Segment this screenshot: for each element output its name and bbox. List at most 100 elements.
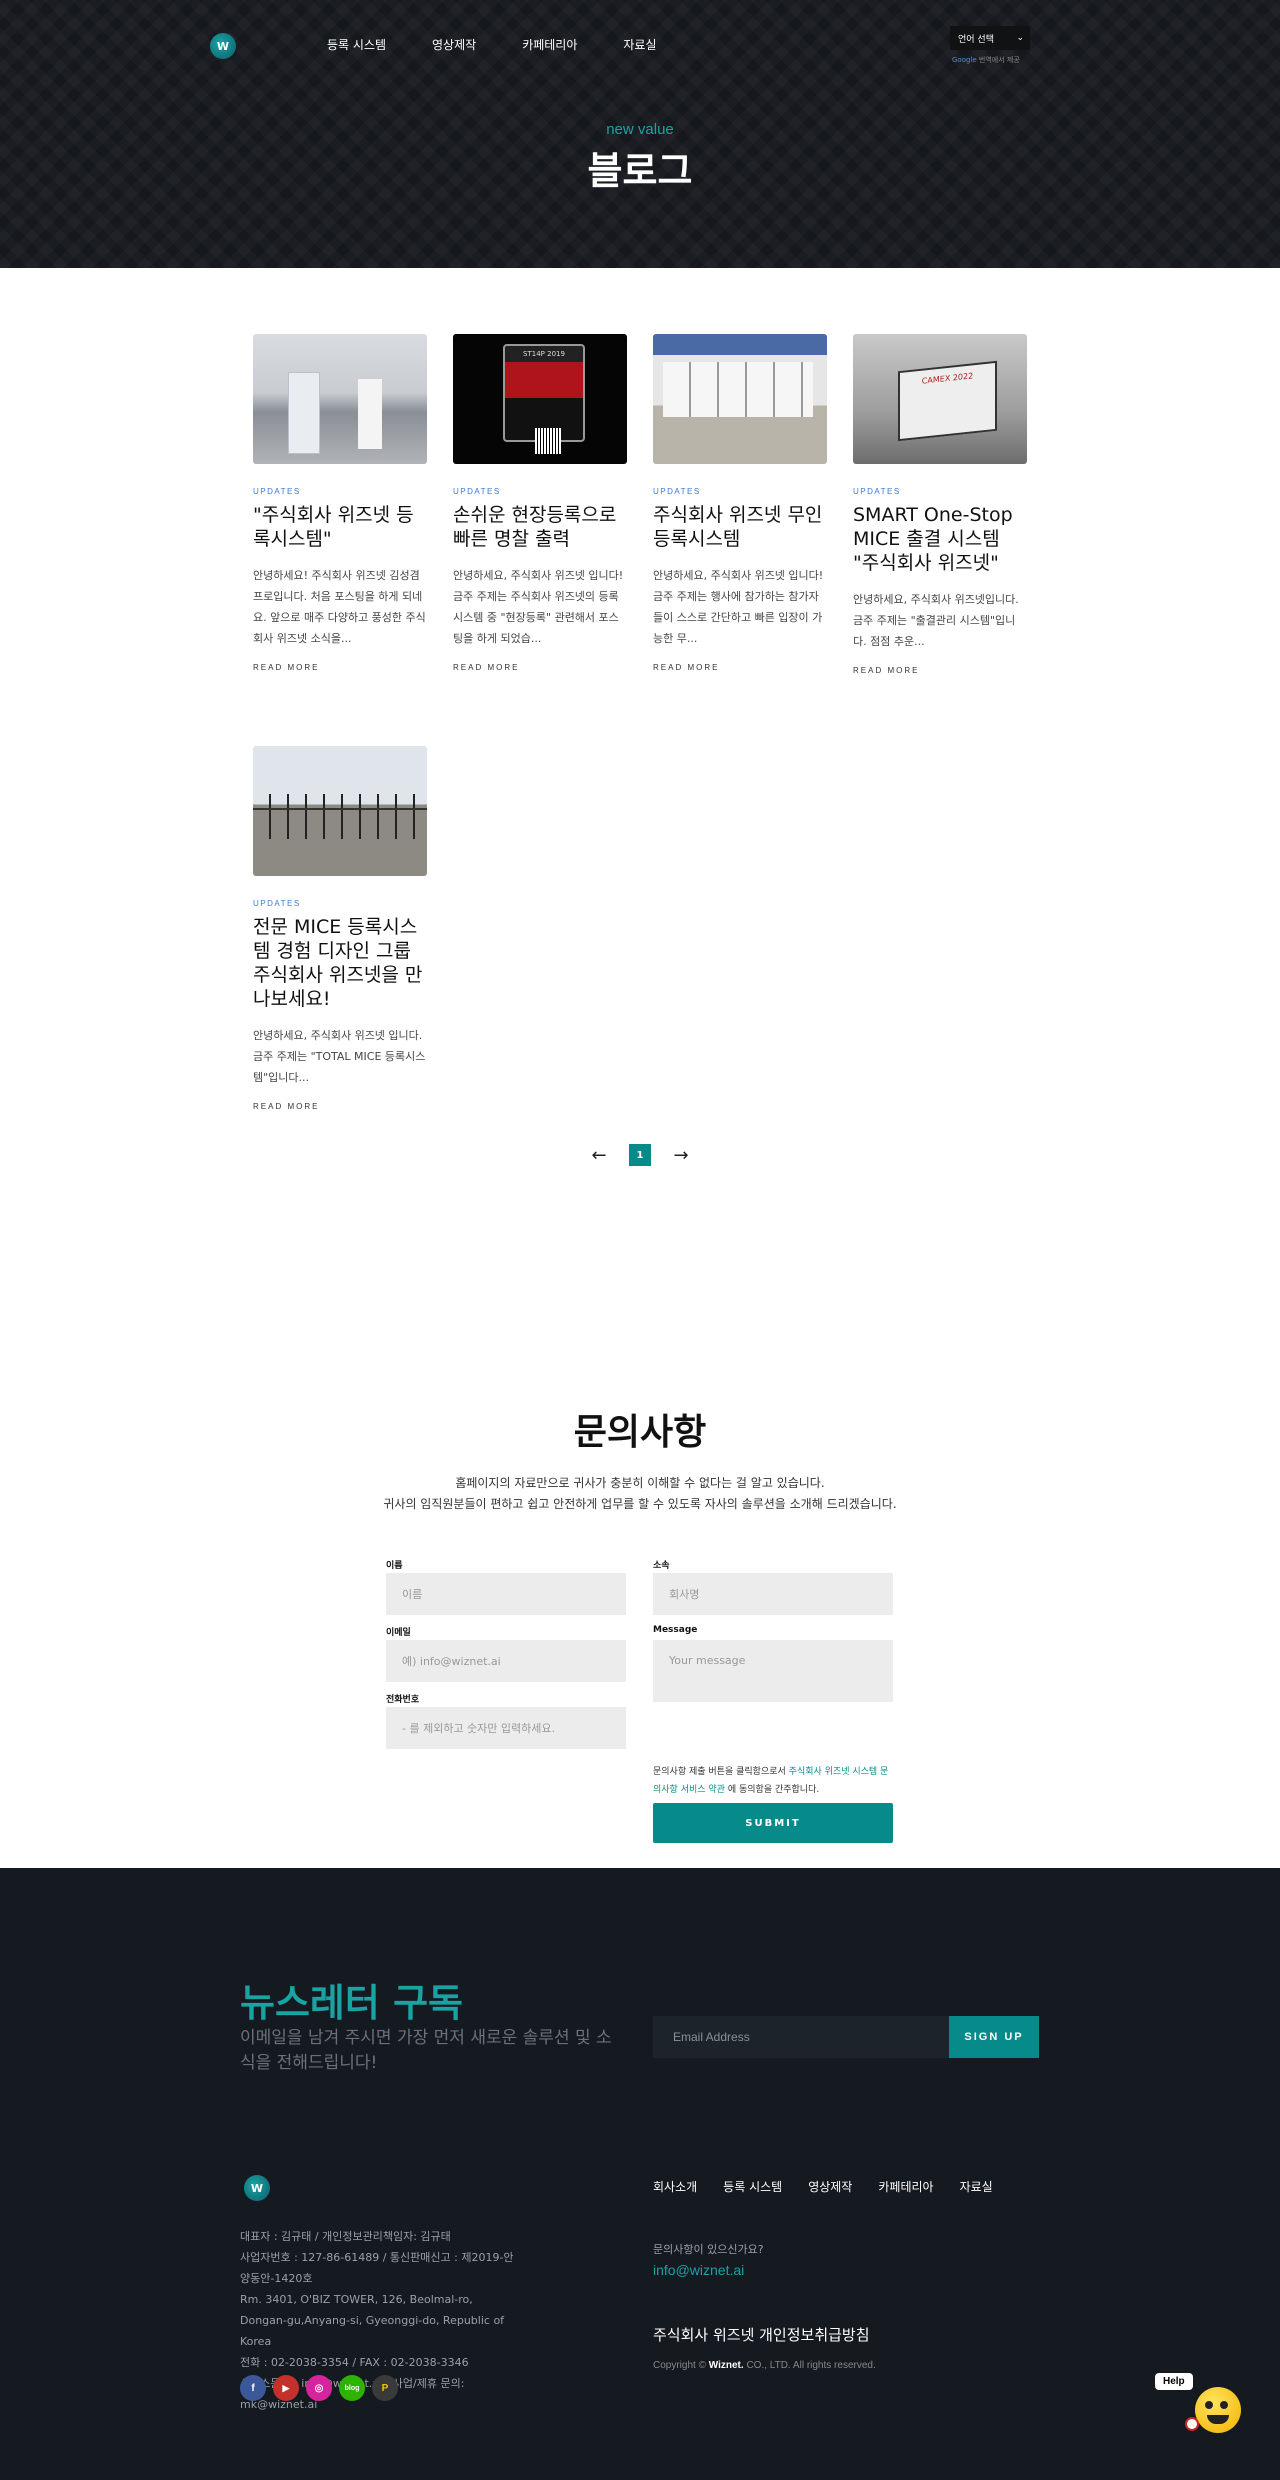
help-widget[interactable]: Help	[1155, 2367, 1250, 2442]
company-info-line: Rm. 3401, O'BIZ TOWER, 126, Beolmal-ro, …	[240, 2293, 505, 2348]
instagram-icon[interactable]: ◎	[306, 2375, 332, 2401]
read-more-link[interactable]: READ MORE	[453, 663, 519, 672]
read-more-link[interactable]: READ MORE	[253, 663, 319, 672]
page-title: 블로그	[587, 149, 693, 193]
newsletter-email-input[interactable]: Email Address	[653, 2016, 949, 2058]
post-title[interactable]: "주식회사 위즈넷 등록시스템"	[253, 503, 427, 551]
newsletter-description: 이메일을 남겨 주시면 가장 먼저 새로운 솔루션 및 소식을 전해드립니다!	[240, 2028, 612, 2073]
pagination: ← 1 →	[0, 1144, 1280, 1166]
site-footer: 뉴스레터 구독 이메일을 남겨 주시면 가장 먼저 새로운 솔루션 및 소식을 …	[0, 1868, 1280, 2480]
post-category[interactable]: UPDATES	[453, 487, 627, 496]
name-input[interactable]: 이름	[386, 1573, 626, 1615]
blog-card[interactable]: UPDATES "주식회사 위즈넷 등록시스템" 안녕하세요! 주식회사 위즈넷…	[253, 334, 427, 674]
prev-page-arrow-icon[interactable]: ←	[579, 1145, 619, 1166]
post-title[interactable]: 주식회사 위즈넷 무인 등록시스템	[653, 503, 827, 551]
email-input[interactable]: 예) info@wiznet.ai	[386, 1640, 626, 1682]
read-more-link[interactable]: READ MORE	[853, 666, 919, 675]
blog-icon[interactable]: blog	[339, 2375, 365, 2401]
consent-prefix: 문의사항 제출 버튼을 클릭함으로서	[653, 1767, 786, 1777]
language-select[interactable]: 언어 선택 ⌄	[950, 26, 1030, 50]
copyright-suffix: CO., LTD. All rights reserved.	[746, 2360, 876, 2371]
site-logo[interactable]: W	[210, 33, 236, 59]
submit-button[interactable]: SUBMIT	[653, 1803, 893, 1843]
social-links: f ▶ ◎ blog P	[240, 2375, 398, 2401]
blog-card[interactable]: UPDATES SMART One-Stop MICE 출결 시스템 "주식회사…	[853, 334, 1027, 677]
company-info-line: 전화 : 02-2038-3354 / FAX : 02-2038-3346	[240, 2356, 469, 2369]
help-mascot-icon[interactable]	[1195, 2387, 1241, 2433]
blog-card[interactable]: UPDATES 주식회사 위즈넷 무인 등록시스템 안녕하세요, 주식회사 위즈…	[653, 334, 827, 674]
signup-button[interactable]: SIGN UP	[949, 2016, 1039, 2058]
nav-item-registration[interactable]: 등록 시스템	[327, 36, 386, 53]
blog-card[interactable]: UPDATES 손쉬운 현장등록으로 빠른 명찰 출력 안녕하세요, 주식회사 …	[453, 334, 627, 674]
language-select-label: 언어 선택	[958, 34, 994, 45]
post-thumbnail[interactable]	[253, 334, 427, 464]
phone-input[interactable]: - 를 제외하고 숫자만 입력하세요.	[386, 1707, 626, 1749]
nav-item-resources[interactable]: 자료실	[623, 36, 656, 53]
main-menu: 등록 시스템 영상제작 카페테리아 자료실	[327, 36, 703, 53]
footer-nav-registration[interactable]: 등록 시스템	[723, 2178, 782, 2195]
post-title[interactable]: 전문 MICE 등록시스템 경험 디자인 그룹 주식회사 위즈넷을 만나보세요!	[253, 915, 427, 1011]
footer-nav-video[interactable]: 영상제작	[808, 2178, 852, 2195]
name-label: 이름	[386, 1561, 403, 1571]
post-excerpt: 안녕하세요, 주식회사 위즈넷 입니다!금주 주제는 행사에 참가하는 참가자들…	[653, 569, 824, 645]
newsletter-title: 뉴스레터 구독	[240, 1981, 463, 2025]
post-category[interactable]: UPDATES	[653, 487, 827, 496]
copyright-prefix: Copyright ©	[653, 2360, 706, 2371]
post-excerpt: 안녕하세요, 주식회사 위즈넷입니다. 금주 주제는 "출결관리 시스템"입니다…	[853, 593, 1019, 648]
page-header: W 등록 시스템 영상제작 카페테리아 자료실 언어 선택 ⌄ Google 번…	[0, 0, 1280, 268]
post-icon[interactable]: P	[372, 2375, 398, 2401]
page-number-current[interactable]: 1	[629, 1144, 651, 1166]
post-category[interactable]: UPDATES	[253, 899, 427, 908]
google-brand: Google	[952, 56, 977, 64]
hero-subtitle: new value	[606, 121, 674, 138]
post-excerpt: 안녕하세요! 주식회사 위즈넷 김성겸 프로입니다. 처음 포스팅을 하게 되네…	[253, 569, 426, 645]
nav-item-cafeteria[interactable]: 카페테리아	[522, 36, 577, 53]
footer-menu: 회사소개 등록 시스템 영상제작 카페테리아 자료실	[653, 2178, 1019, 2195]
contact-question: 문의사항이 있으신가요?	[653, 2243, 764, 2256]
post-category[interactable]: UPDATES	[253, 487, 427, 496]
inquiry-desc-line: 홈페이지의 자료만으로 귀사가 충분히 이해할 수 없다는 걸 알고 있습니다.	[455, 1476, 825, 1490]
post-thumbnail[interactable]	[453, 334, 627, 464]
post-thumbnail[interactable]	[653, 334, 827, 464]
contact-email-link[interactable]: info@wiznet.ai	[653, 2262, 744, 2278]
inquiry-desc-line: 귀사의 임직원분들이 편하고 쉽고 안전하게 업무를 할 수 있도록 자사의 솔…	[383, 1497, 897, 1511]
post-excerpt: 안녕하세요, 주식회사 위즈넷 입니다!금주 주제는 주식회사 위즈넷의 등록시…	[453, 569, 624, 645]
company-input[interactable]: 회사명	[653, 1573, 893, 1615]
copyright-brand: Wiznet.	[708, 2360, 744, 2371]
post-excerpt: 안녕하세요, 주식회사 위즈넷 입니다. 금주 주제는 "TOTAL MICE …	[253, 1029, 426, 1084]
message-textarea[interactable]: Your message	[653, 1640, 893, 1702]
help-bubble[interactable]: Help	[1155, 2373, 1193, 2390]
company-label: 소속	[653, 1561, 670, 1571]
inquiry-section: 문의사항 홈페이지의 자료만으로 귀사가 충분히 이해할 수 없다는 걸 알고 …	[0, 1403, 1280, 1868]
consent-suffix: 에 동의함을 간주합니다.	[727, 1785, 820, 1795]
language-selector: 언어 선택 ⌄ Google 번역에서 제공	[950, 26, 1030, 65]
phone-label: 전화번호	[386, 1695, 420, 1705]
email-label: 이메일	[386, 1628, 411, 1638]
consent-text: 문의사항 제출 버튼을 클릭함으로서 주식회사 위즈넷 시스템 문의사항 서비스…	[653, 1763, 893, 1799]
company-info-line: 대표자 : 김규태 / 개인정보관리책임자: 김규태	[240, 2230, 451, 2243]
soccer-ball-icon	[1185, 2417, 1199, 2431]
footer-logo[interactable]: W	[244, 2175, 270, 2201]
inquiry-title: 문의사항	[573, 1412, 707, 1453]
copyright: Copyright © Wiznet. CO., LTD. All rights…	[653, 2360, 876, 2371]
youtube-icon[interactable]: ▶	[273, 2375, 299, 2401]
post-thumbnail[interactable]	[853, 334, 1027, 464]
next-page-arrow-icon[interactable]: →	[661, 1145, 701, 1166]
facebook-icon[interactable]: f	[240, 2375, 266, 2401]
privacy-policy-link[interactable]: 주식회사 위즈넷 개인정보취급방침	[653, 2324, 870, 2345]
read-more-link[interactable]: READ MORE	[253, 1102, 319, 1111]
post-thumbnail[interactable]	[253, 746, 427, 876]
post-category[interactable]: UPDATES	[853, 487, 1027, 496]
company-info-line: 사업자번호 : 127-86-61489 / 통신판매신고 : 제2019-안양…	[240, 2251, 514, 2285]
footer-nav-about[interactable]: 회사소개	[653, 2178, 697, 2195]
chevron-down-icon: ⌄	[1016, 33, 1024, 43]
footer-nav-resources[interactable]: 자료실	[960, 2178, 993, 2195]
top-nav: W 등록 시스템 영상제작 카페테리아 자료실 언어 선택 ⌄ Google 번…	[0, 0, 1280, 90]
read-more-link[interactable]: READ MORE	[653, 663, 719, 672]
blog-list: UPDATES "주식회사 위즈넷 등록시스템" 안녕하세요! 주식회사 위즈넷…	[0, 268, 1280, 1403]
post-title[interactable]: SMART One-Stop MICE 출결 시스템 "주식회사 위즈넷"	[853, 503, 1027, 575]
footer-nav-cafeteria[interactable]: 카페테리아	[878, 2178, 933, 2195]
nav-item-video[interactable]: 영상제작	[432, 36, 476, 53]
blog-card[interactable]: UPDATES 전문 MICE 등록시스템 경험 디자인 그룹 주식회사 위즈넷…	[253, 746, 427, 1113]
post-title[interactable]: 손쉬운 현장등록으로 빠른 명찰 출력	[453, 503, 627, 551]
